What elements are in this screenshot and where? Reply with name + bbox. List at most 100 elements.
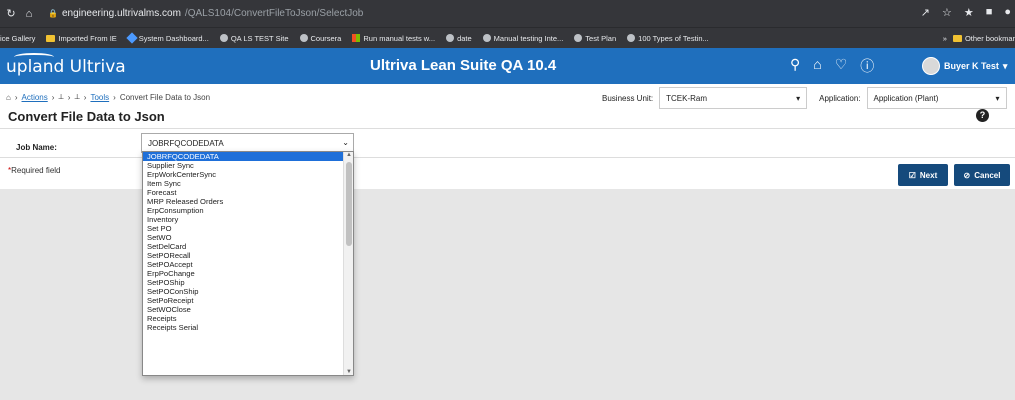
bookmark-qa-ls-test-site[interactable]: QA LS TEST Site xyxy=(219,34,289,43)
dropdown-option[interactable]: Supplier Sync xyxy=(143,161,353,170)
bookmark-system-dashboard[interactable]: System Dashboard... xyxy=(126,32,209,44)
breadcrumb-actions[interactable]: Actions xyxy=(22,93,48,102)
business-unit-select[interactable]: TCEK-Ram ▾ xyxy=(659,87,808,109)
dropdown-option[interactable]: SetPOShip xyxy=(143,278,353,287)
help-circle-icon[interactable]: ⓘ xyxy=(860,56,874,76)
required-field-note: *Required field xyxy=(8,166,61,175)
dropdown-option[interactable]: SetWOClose xyxy=(143,305,353,314)
bookmark-test-plan[interactable]: Test Plan xyxy=(574,34,616,43)
home-icon[interactable]: ⌂ xyxy=(813,56,821,76)
globe-icon xyxy=(299,34,308,42)
dropdown-option[interactable]: Inventory xyxy=(143,215,353,224)
dropdown-option[interactable]: SetPOAccept xyxy=(143,260,353,269)
url-path: /QALS104/ConvertFileToJson/SelectJob xyxy=(184,8,364,19)
application-label: Application: xyxy=(819,93,861,103)
breadcrumb-icon[interactable]: ⟂ xyxy=(58,92,63,102)
breadcrumb: ⌂ › Actions › ⟂ › ⟂ › Tools › Convert Fi… xyxy=(6,92,210,102)
upland-logo[interactable]: upland Ultriva xyxy=(6,57,126,77)
dropdown-option[interactable]: SetWO xyxy=(143,233,353,242)
breadcrumb-tools[interactable]: Tools xyxy=(90,93,109,102)
business-unit-label: Business Unit: xyxy=(602,93,654,103)
bookmark-run-manual-tests[interactable]: Run manual tests w... xyxy=(352,34,435,43)
globe-icon xyxy=(574,34,583,42)
home-icon[interactable]: ⌂ xyxy=(22,8,36,20)
globe-icon xyxy=(219,34,228,42)
page-title: Convert File Data to Json xyxy=(8,109,165,124)
checkbox-icon: ☑ xyxy=(908,170,916,180)
bookmark-gallery[interactable]: ice Gallery xyxy=(0,34,35,43)
job-name-label: Job Name: xyxy=(16,143,57,152)
globe-icon xyxy=(482,34,491,42)
dropdown-option[interactable]: SetDelCard xyxy=(143,242,353,251)
browser-toolbar: ↻ ⌂ 🔒 engineering.ultrivalms.com/QALS104… xyxy=(0,0,1015,27)
avatar xyxy=(922,57,940,75)
bookmark-date[interactable]: date xyxy=(446,34,472,43)
dropdown-option[interactable]: Receipts Serial xyxy=(143,323,353,332)
search-icon[interactable]: ⚲ xyxy=(790,56,800,76)
dropdown-option[interactable]: ErpConsumption xyxy=(143,206,353,215)
more-bookmarks-button[interactable]: » xyxy=(943,34,947,43)
sidepanel-icon[interactable]: ■ xyxy=(986,6,993,19)
user-menu[interactable]: Buyer K Test ▾ xyxy=(922,57,1007,75)
folder-icon xyxy=(46,34,56,42)
dropdown-option[interactable]: SetPORecall xyxy=(143,251,353,260)
bookmark-types-of-testing[interactable]: 100 Types of Testin... xyxy=(627,34,709,43)
cancel-circle-icon: ⊘ xyxy=(963,170,971,180)
globe-icon xyxy=(627,34,636,42)
chevron-right-icon: › xyxy=(67,92,71,102)
dropdown-option[interactable]: SetPoReceipt xyxy=(143,296,353,305)
dropdown-option[interactable]: SetPOConShip xyxy=(143,287,353,296)
chevron-right-icon: › xyxy=(14,92,18,102)
other-bookmarks[interactable]: Other bookmar xyxy=(952,34,1015,43)
dropdown-option[interactable]: Item Sync xyxy=(143,179,353,188)
user-name: Buyer K Test xyxy=(944,61,999,71)
chevron-down-icon: ⌄ xyxy=(342,138,349,147)
bookmarks-bar: ice Gallery Imported From IE System Dash… xyxy=(0,27,1015,48)
microsoft-icon xyxy=(352,34,361,42)
caret-down-icon: ▾ xyxy=(1002,60,1008,71)
address-bar[interactable]: 🔒 engineering.ultrivalms.com/QALS104/Con… xyxy=(48,8,363,19)
chevron-right-icon: › xyxy=(51,92,55,102)
dropdown-option[interactable]: Receipts xyxy=(143,314,353,323)
breadcrumb-icon[interactable]: ⟂ xyxy=(74,92,79,102)
filters: Business Unit: TCEK-Ram ▾ Application: A… xyxy=(602,87,1007,109)
help-icon[interactable]: ? xyxy=(976,109,989,122)
job-name-dropdown-list[interactable]: JOBRFQCODEDATA Supplier Sync ErpWorkCenter… xyxy=(142,151,354,376)
bookmarks-overflow: » Other bookmar xyxy=(936,28,1015,48)
divider xyxy=(0,128,1015,129)
lock-icon: 🔒 xyxy=(48,9,58,18)
dropdown-option[interactable]: Forecast xyxy=(143,188,353,197)
bookmark-coursera[interactable]: Coursera xyxy=(299,34,341,43)
chevron-down-icon: ▾ xyxy=(995,93,1000,103)
cancel-button[interactable]: ⊘ Cancel xyxy=(954,164,1010,186)
globe-icon xyxy=(446,34,455,42)
job-name-select[interactable]: JOBRFQCODEDATA ⌄ xyxy=(141,133,354,153)
dropdown-option[interactable]: JOBRFQCODEDATA xyxy=(143,152,353,161)
home-breadcrumb-icon[interactable]: ⌂ xyxy=(6,93,11,102)
folder-icon xyxy=(952,35,962,42)
favorites-heart-icon[interactable]: ♡ xyxy=(835,56,848,76)
scroll-up-icon[interactable]: ▲ xyxy=(346,152,352,158)
profile-icon[interactable]: ● xyxy=(1004,6,1011,19)
bookmark-manual-testing[interactable]: Manual testing Inte... xyxy=(482,34,563,43)
chevron-right-icon: › xyxy=(113,92,116,102)
share-icon[interactable]: ↗ xyxy=(921,6,930,19)
chevron-right-icon: › xyxy=(83,92,87,102)
application-select[interactable]: Application (Plant) ▾ xyxy=(866,87,1007,109)
extensions-icon[interactable]: ★ xyxy=(964,6,974,19)
bookmark-imported-from-ie[interactable]: Imported From IE xyxy=(46,34,117,43)
dropdown-option[interactable]: Set PO xyxy=(143,224,353,233)
next-button[interactable]: ☑ Next xyxy=(898,164,948,186)
dropdown-scrollbar[interactable]: ▲ ▼ xyxy=(343,152,353,375)
scroll-thumb[interactable] xyxy=(346,162,352,246)
chevron-down-icon: ▾ xyxy=(796,93,801,103)
url-host: engineering.ultrivalms.com xyxy=(61,8,181,19)
scroll-down-icon[interactable]: ▼ xyxy=(346,369,352,375)
reload-icon[interactable]: ↻ xyxy=(4,7,18,20)
dropdown-option[interactable]: ErpWorkCenterSync xyxy=(143,170,353,179)
jira-icon xyxy=(126,32,138,44)
dropdown-option[interactable]: ErpPoChange xyxy=(143,269,353,278)
app-header: upland Ultriva Ultriva Lean Suite QA 10.… xyxy=(0,48,1015,84)
star-icon[interactable]: ☆ xyxy=(942,6,952,19)
dropdown-option[interactable]: MRP Released Orders xyxy=(143,197,353,206)
